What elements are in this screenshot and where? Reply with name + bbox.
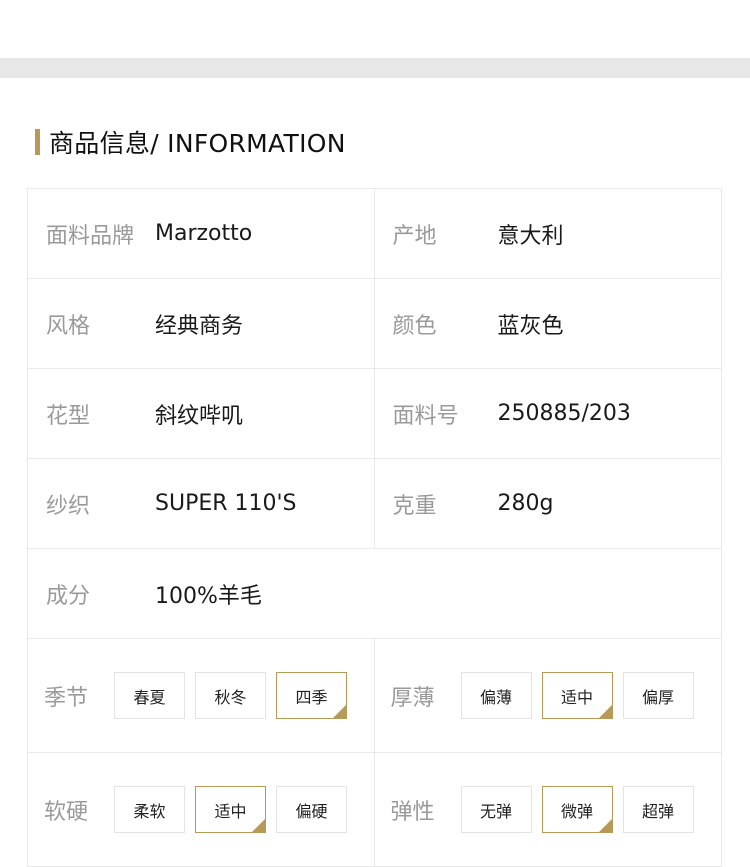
thickness-option[interactable]: 偏薄 — [460, 672, 532, 719]
thickness-options: 偏薄 适中 偏厚 — [460, 672, 694, 719]
accent-bar — [35, 129, 40, 155]
info-label: 面料号 — [392, 403, 459, 429]
table-row: 花型 斜纹哔叽 面料号 250885/203 — [28, 369, 721, 459]
table-row: 面料品牌 Marzotto 产地 意大利 — [28, 189, 721, 279]
info-value: 斜纹哔叽 — [155, 403, 244, 429]
table-row: 风格 经典商务 颜色 蓝灰色 — [28, 279, 721, 369]
hardness-option-selected[interactable]: 适中 — [195, 786, 266, 833]
info-value: SUPER 110'S — [155, 491, 297, 516]
info-cell: 产地 意大利 — [375, 189, 722, 278]
info-label: 面料品牌 — [46, 223, 135, 249]
table-row: 纱织 SUPER 110'S 克重 280g — [28, 459, 721, 549]
info-cell: 纱织 SUPER 110'S — [28, 459, 375, 548]
season-option[interactable]: 春夏 — [114, 672, 185, 719]
thickness-cell: 厚薄 偏薄 适中 偏厚 — [375, 639, 722, 752]
season-options: 春夏 秋冬 四季 — [114, 672, 347, 719]
season-option[interactable]: 秋冬 — [195, 672, 266, 719]
top-area — [0, 0, 750, 58]
hardness-option[interactable]: 柔软 — [114, 786, 185, 833]
info-value: 蓝灰色 — [497, 313, 564, 339]
product-info-section: 商品信息/ INFORMATION 面料品牌 Marzotto 产地 意大利 风… — [0, 78, 750, 867]
info-label: 花型 — [46, 403, 91, 429]
info-label: 纱织 — [46, 493, 91, 519]
season-cell: 季节 春夏 秋冬 四季 — [28, 639, 375, 752]
info-cell: 克重 280g — [375, 459, 722, 548]
info-value: Marzotto — [155, 221, 253, 246]
info-value: 意大利 — [497, 223, 564, 249]
elasticity-label: 弹性 — [390, 799, 435, 825]
info-label: 风格 — [46, 313, 91, 339]
info-label: 成分 — [46, 583, 91, 609]
section-heading: 商品信息/ INFORMATION — [35, 128, 346, 158]
info-cell: 风格 经典商务 — [28, 279, 375, 368]
info-cell: 成分 100%羊毛 — [28, 549, 721, 638]
info-value: 280g — [497, 491, 554, 516]
hardness-options: 柔软 适中 偏硬 — [114, 786, 347, 833]
season-option-selected[interactable]: 四季 — [276, 672, 347, 719]
thickness-option-selected[interactable]: 适中 — [541, 672, 613, 719]
hardness-label: 软硬 — [44, 799, 89, 825]
elasticity-options: 无弹 微弹 超弹 — [460, 786, 694, 833]
info-label: 克重 — [392, 493, 437, 519]
elasticity-option[interactable]: 超弹 — [622, 786, 694, 833]
section-divider — [0, 58, 750, 78]
hardness-cell: 软硬 柔软 适中 偏硬 — [28, 753, 375, 866]
info-value: 250885/203 — [497, 401, 631, 426]
info-cell: 面料品牌 Marzotto — [28, 189, 375, 278]
elasticity-option[interactable]: 无弹 — [460, 786, 532, 833]
table-row-composition: 成分 100%羊毛 — [28, 549, 721, 639]
info-cell: 面料号 250885/203 — [375, 369, 722, 458]
info-label: 颜色 — [392, 313, 437, 339]
thickness-label: 厚薄 — [390, 685, 435, 711]
info-cell: 颜色 蓝灰色 — [375, 279, 722, 368]
info-label: 产地 — [392, 223, 437, 249]
elasticity-cell: 弹性 无弹 微弹 超弹 — [375, 753, 722, 866]
section-title: 商品信息/ INFORMATION — [49, 129, 346, 158]
thickness-option[interactable]: 偏厚 — [622, 672, 694, 719]
hardness-option[interactable]: 偏硬 — [276, 786, 347, 833]
info-value: 经典商务 — [155, 313, 244, 339]
table-row-attributes: 季节 春夏 秋冬 四季 厚薄 偏薄 适中 偏厚 — [28, 639, 721, 753]
info-table: 面料品牌 Marzotto 产地 意大利 风格 经典商务 颜色 蓝灰色 花型 斜… — [27, 188, 722, 867]
info-value: 100%羊毛 — [155, 583, 262, 609]
info-cell: 花型 斜纹哔叽 — [28, 369, 375, 458]
season-label: 季节 — [44, 685, 89, 711]
elasticity-option-selected[interactable]: 微弹 — [541, 786, 613, 833]
table-row-attributes: 软硬 柔软 适中 偏硬 弹性 无弹 微弹 超弹 — [28, 753, 721, 867]
